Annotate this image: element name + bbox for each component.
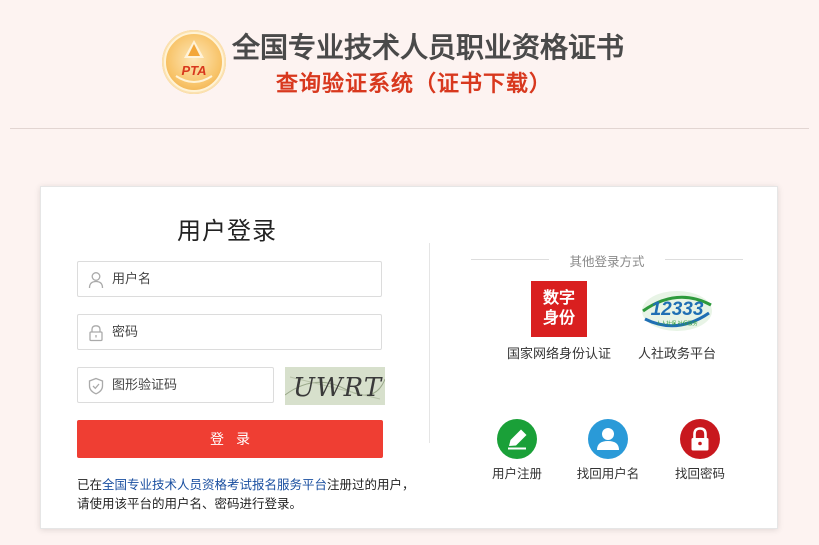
user-icon	[88, 272, 104, 289]
digital-id-icon: 数字 身份	[531, 281, 587, 337]
shield-icon	[88, 377, 104, 395]
logo-text: PTA	[181, 63, 207, 78]
page-header: PTA 全国专业技术人员职业资格证书 查询验证系统（证书下载）	[0, 0, 819, 128]
header-divider	[10, 128, 809, 129]
exam-platform-link[interactable]: 全国专业技术人员资格考试报名服务平台	[102, 477, 327, 492]
lock-icon	[680, 419, 720, 459]
12333-icon: 12333 人人社保 社保服务	[639, 281, 715, 337]
login-notice: 已在全国专业技术人员资格考试报名服务平台注册过的用户，请使用该平台的用户名、密码…	[77, 475, 422, 513]
12333-logo-graphic: 12333 人人社保 社保服务	[642, 291, 712, 331]
provider-digital-id[interactable]: 数字 身份 国家网络身份认证	[497, 281, 621, 362]
recover-username-label: 找回用户名	[576, 466, 640, 481]
digital-id-line1: 数字	[542, 288, 575, 307]
recover-password-link[interactable]: 找回密码	[665, 419, 735, 482]
lock-outline-icon	[89, 325, 103, 342]
password-field	[77, 314, 382, 350]
other-login-heading: 其他登录方式	[471, 249, 743, 269]
page-subtitle: 查询验证系统（证书下载）	[276, 72, 553, 97]
notice-prefix: 已在	[77, 477, 103, 492]
12333-subtext: 人人社保 社保服务	[656, 320, 698, 327]
username-field	[77, 261, 382, 297]
pta-emblem-icon	[164, 32, 224, 92]
register-label: 用户注册	[491, 466, 542, 481]
heading-line-right	[665, 259, 743, 260]
password-input[interactable]	[112, 315, 362, 349]
vertical-separator	[429, 243, 430, 443]
recover-password-label: 找回密码	[674, 466, 725, 481]
recover-username-link[interactable]: 找回用户名	[573, 419, 643, 482]
captcha-text: UWRT	[293, 373, 383, 403]
login-title: 用户登录	[177, 217, 277, 245]
register-link[interactable]: 用户注册	[482, 419, 552, 482]
captcha-noise: UWRT	[285, 367, 385, 405]
captcha-image[interactable]: UWRT	[285, 367, 385, 405]
digital-id-line2: 身份	[542, 308, 575, 327]
captcha-input[interactable]	[112, 368, 262, 402]
provider-12333[interactable]: 12333 人人社保 社保服务 人社政务平台	[625, 281, 729, 362]
other-login-title: 其他登录方式	[569, 254, 645, 269]
login-card: 用户登录 UWRT 登录 已在全国专业技术人员资格考试报名服	[40, 186, 778, 529]
provider-label: 国家网络身份认证	[506, 347, 611, 362]
provider-label: 人社政务平台	[637, 347, 716, 362]
pta-logo: PTA	[162, 30, 226, 94]
login-button[interactable]: 登录	[77, 420, 383, 458]
pencil-icon	[497, 419, 537, 459]
user-icon	[588, 419, 628, 459]
12333-text: 12333	[651, 299, 704, 320]
username-input[interactable]	[112, 262, 362, 296]
captcha-field	[77, 367, 274, 403]
page-title: 全国专业技术人员职业资格证书	[232, 31, 625, 64]
